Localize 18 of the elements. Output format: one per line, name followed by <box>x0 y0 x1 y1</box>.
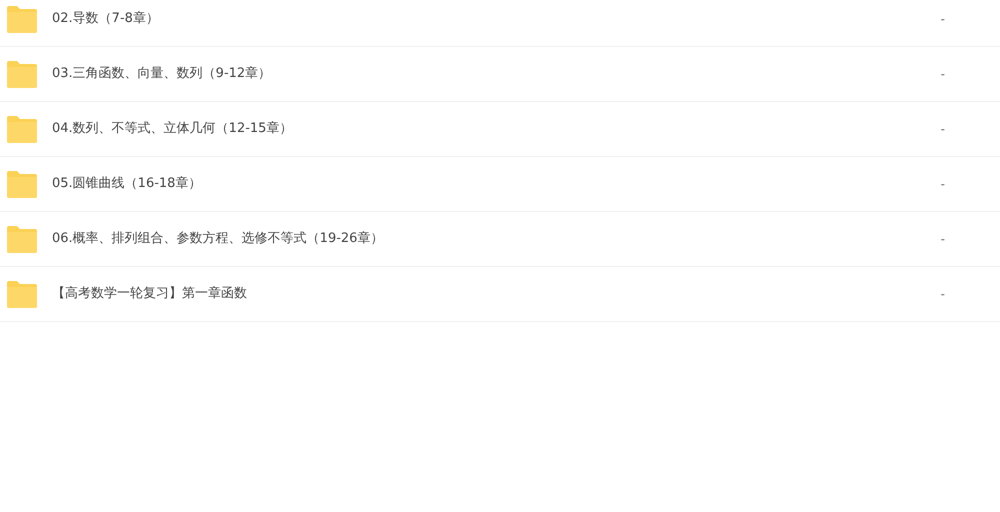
file-size: - <box>940 286 945 303</box>
file-size: - <box>940 66 945 83</box>
folder-icon <box>6 60 38 88</box>
folder-name[interactable]: 【高考数学一轮复习】第一章函数 <box>52 284 247 304</box>
file-size: - <box>940 11 945 28</box>
file-size: - <box>940 121 945 138</box>
folder-name[interactable]: 05.圆锥曲线（16-18章） <box>52 174 202 194</box>
folder-icon <box>6 226 38 252</box>
folder-name[interactable]: 03.三角函数、向量、数列（9-12章） <box>52 64 272 84</box>
file-size: - <box>940 176 945 193</box>
folder-icon <box>6 170 38 198</box>
folder-name[interactable]: 06.概率、排列组合、参数方程、选修不等式（19-26章） <box>52 229 384 249</box>
folder-icon <box>6 280 38 308</box>
folder-name[interactable]: 04.数列、不等式、立体几何（12-15章） <box>52 119 292 139</box>
folder-name[interactable]: 02.导数（7-8章） <box>52 9 159 29</box>
folder-icon <box>6 116 38 142</box>
folder-icon <box>6 6 38 32</box>
file-size: - <box>940 231 945 248</box>
